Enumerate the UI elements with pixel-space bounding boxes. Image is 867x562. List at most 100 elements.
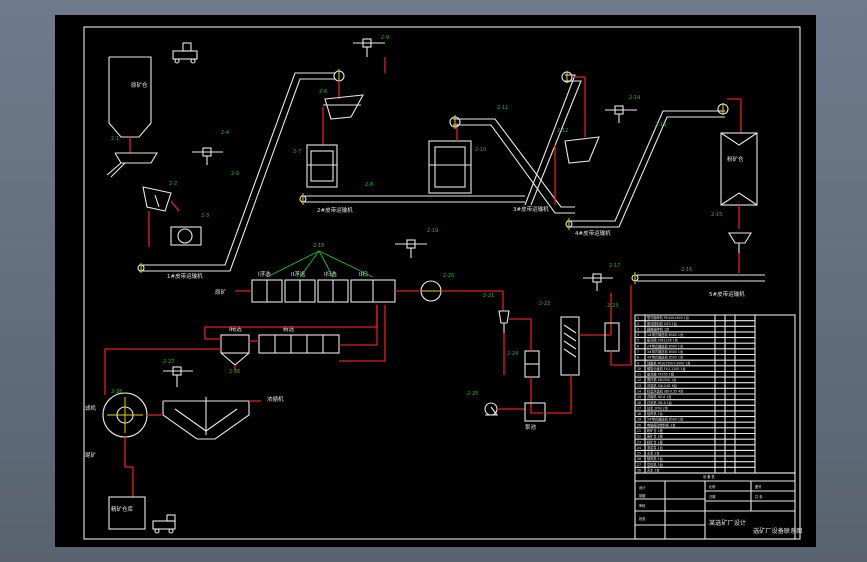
ore-bin: 原矿仓 [108,56,152,138]
list-row-text: 5#带式输送机 B500 1台 [647,417,683,422]
list-row-number: 5 [637,339,639,343]
spreader-icon-5 [163,366,193,387]
jaw-crusher [106,152,158,178]
flotation-3-label: I扫选 [324,270,337,278]
list-row-text: 振动筛 2YA1236 1台 [647,338,678,343]
svg-text:2-21: 2-21 [483,293,494,299]
list-row-text: 圆锥破碎机 1台 [647,326,669,331]
belt-conveyor-5: 5#皮带运输机 [631,272,765,298]
flowsheet-drawing: 原矿仓 1#皮带运输机 2#皮带运输机 3#皮带运输机 4#皮带运输机 粉矿仓 … [83,26,803,540]
list-row-text: 精矿仓 1座 [647,439,664,444]
list-row-number: 12 [637,378,641,382]
svg-text:2-11: 2-11 [497,105,508,111]
list-row-number: 26 [637,457,641,461]
list-row-number: 16 [637,401,641,405]
cad-viewer-background: 原矿仓 1#皮带运输机 2#皮带运输机 3#皮带运输机 4#皮带运输机 粉矿仓 … [0,0,867,562]
list-row-number: 27 [637,463,641,467]
list-row-text: 天车 1台 [647,468,660,473]
svg-text:2-6: 2-6 [319,89,327,95]
svg-text:2-23: 2-23 [607,303,618,309]
list-row-number: 3 [637,327,639,331]
conc-stage-label: 精选 [283,325,295,333]
svg-text:2-27: 2-27 [163,359,174,365]
list-row-number: 9 [637,361,639,365]
list-row-text: 3#带式输送机 B500 1台 [647,349,683,354]
powder-bin: 粉矿仓 [720,132,758,206]
list-row-text: 浓缩机 NZ-6 1台 [647,394,672,399]
svg-text:2-19: 2-19 [427,228,438,234]
svg-text:图号: 图号 [755,484,761,489]
filter-column [604,322,620,352]
list-row-text: 粉矿仓 1座 [647,428,664,433]
list-row-number: 8 [637,356,639,360]
svg-text:审核: 审核 [639,503,646,508]
svg-text:2-18: 2-18 [313,243,324,249]
belt-5-label: 5#皮带运输机 [709,290,745,298]
list-row-text: 水泵 2台 [647,451,660,456]
list-row-text: 颚式破碎机 PE400×600 1台 [647,315,689,320]
belt-conveyor-4: 4#皮带运输机 [565,103,729,237]
svg-text:比例: 比例 [709,484,715,489]
crane-truck-icon [172,42,198,64]
gate-spreader-icon [353,38,385,57]
drawing-name: 选矿厂设备联系图 [753,527,803,535]
list-row-text: 振动给料机 GZ3 1台 [647,321,677,326]
list-row-number: 18 [637,412,641,416]
svg-text:2-16: 2-16 [681,267,692,273]
list-row-number: 24 [637,446,641,450]
ore-bin-label: 原矿仓 [131,81,148,89]
list-row-number: 2 [637,322,639,326]
pump-1 [484,402,499,416]
flotation-2-label: II浮选 [291,270,306,278]
equipment-list-table: 1 颚式破碎机 PE400×600 1台 2 振动给料机 GZ3 1台 3 圆锥破碎机 1… [634,314,796,474]
list-row-number: 13 [637,384,641,388]
svg-text:日期: 日期 [709,494,715,499]
powder-bin-label: 粉矿仓 [727,155,744,163]
ball-mill [428,140,472,194]
title-block: 设 备 表 某选矿厂设计 选矿厂设备联系图 设计 制图 审核 批准 比例 图号 … [634,472,803,540]
svg-text:2-17: 2-17 [609,263,620,269]
list-row-number: 21 [637,429,641,433]
spreader-icon-2 [605,105,637,123]
list-row-number: 17 [637,406,641,410]
svg-text:2-26: 2-26 [229,369,240,375]
svg-text:2-13: 2-13 [655,122,666,128]
disc-feeder [728,232,752,273]
product-bin-label: 精矿仓库 [111,505,134,513]
vibrating-feeder [142,186,172,212]
disc-filter: 滤机 [85,392,148,438]
list-row-number: 15 [637,395,641,399]
list-row-number: 25 [637,452,641,456]
filter-label: 滤机 [85,404,97,412]
list-row-text: 渣浆泵 1台 [647,445,663,450]
svg-text:2-14: 2-14 [629,95,640,101]
list-row-text: 精选浮选机 XJK-0.35 4台 [647,389,683,394]
spreader-icon-1 [192,147,223,165]
sump-tank: 泵池 [524,402,546,431]
svg-text:2-7: 2-7 [293,149,301,155]
svg-text:2-5: 2-5 [231,171,239,177]
cone-crusher [170,226,202,246]
list-row-text: 螺旋分级机 FLG-1200 1台 [647,366,686,371]
belt-2-label: 2#皮带运输机 [317,206,353,214]
spreader-icon-4 [395,239,427,258]
hydrocyclone-group [560,316,580,376]
thickener: 浓缩机 [162,395,284,440]
list-row-number: 28 [637,469,641,473]
svg-text:批准: 批准 [639,516,646,521]
list-row-text: 空压机 1台 [647,462,663,467]
list-row-text: 砂泵 2PNJ 2台 [647,405,668,410]
list-row-number: 22 [637,435,641,439]
list-row-text: 原矿仓 1座 [647,434,664,439]
screen-2 [564,136,600,164]
list-row-text: 球磨机 MQG1500×3000 1台 [647,360,690,365]
thickener-label: 浓缩机 [267,395,284,403]
svg-text:2-25: 2-25 [467,391,478,397]
belt-conveyor-3: 3#皮带运输机 [449,71,582,214]
list-row-text: 1#带式输送机 B500 1台 [647,332,683,337]
svg-text:制图: 制图 [639,493,645,498]
classifier [524,350,540,378]
cyclone [498,310,510,333]
list-row-text: 浮选机 XJK-0.62 8台 [647,383,677,388]
list-row-number: 4 [637,333,639,337]
